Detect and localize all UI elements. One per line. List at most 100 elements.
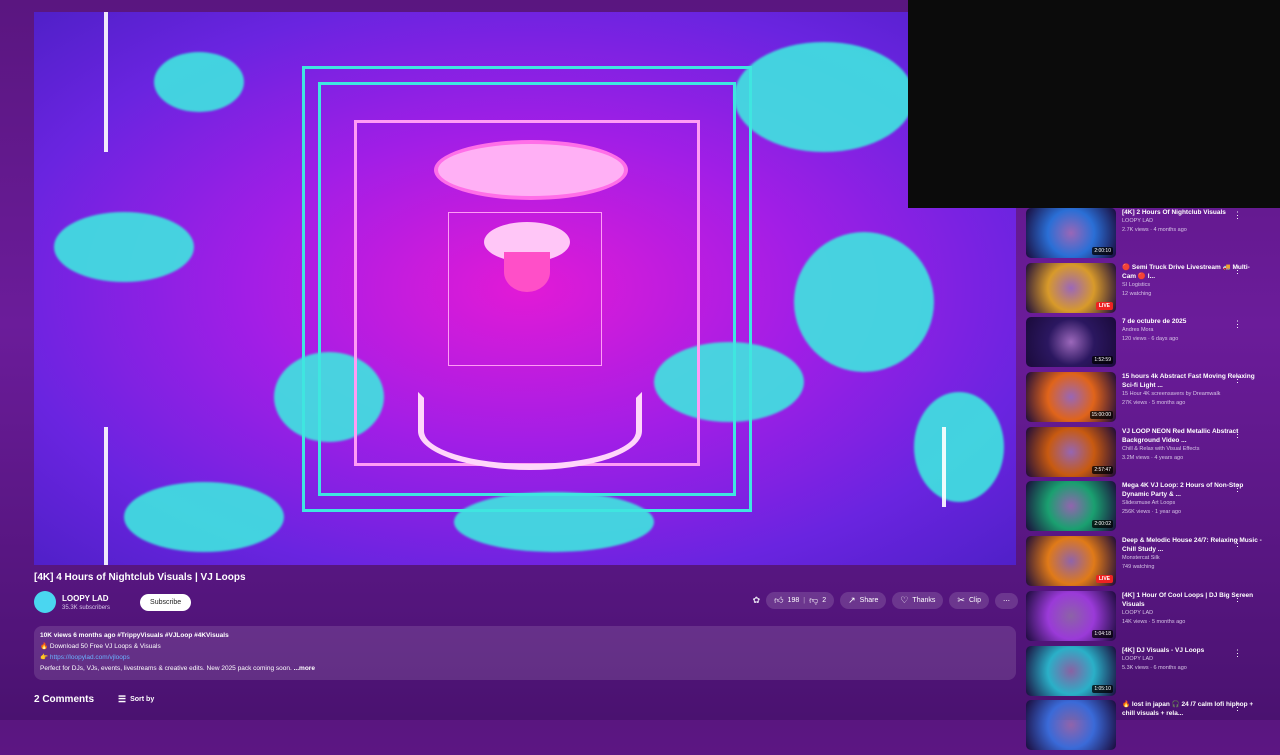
- light-streak: [942, 427, 946, 507]
- visual-blob: [154, 52, 244, 112]
- share-button[interactable]: ↗ Share: [840, 592, 887, 609]
- thanks-icon: ♡: [900, 595, 909, 605]
- duration-badge: 1:52:59: [1092, 356, 1113, 365]
- duration-badge: 1:04:18: [1092, 629, 1113, 638]
- channel-name[interactable]: LOOPY LAD: [62, 594, 110, 603]
- recommendation-stats: 120 views · 6 days ago: [1122, 336, 1179, 343]
- video-thumbnail[interactable]: 2:57:47: [1026, 426, 1116, 477]
- recommendation-channel[interactable]: Slidesmuse Art Loops: [1122, 499, 1262, 508]
- scissors-icon: ✂: [957, 595, 965, 605]
- video-thumbnail[interactable]: LIVE: [1026, 262, 1116, 313]
- lip-shape: [434, 140, 628, 200]
- kebab-menu-icon[interactable]: ⋮: [1233, 429, 1242, 440]
- subscribe-button[interactable]: Subscribe: [140, 593, 192, 611]
- video-title: [4K] 4 Hours of Nightclub Visuals | VJ L…: [34, 572, 246, 583]
- share-label: Share: [859, 597, 879, 604]
- video-thumbnail[interactable]: 1:52:59: [1026, 317, 1116, 368]
- clip-label: Clip: [968, 597, 981, 604]
- gear-icon[interactable]: ✿: [753, 596, 761, 605]
- recommendation-item[interactable]: LIVE Deep & Melodic House 24/7: Relaxing …: [1026, 536, 1280, 590]
- recommendation-stats: 749 watching: [1122, 564, 1155, 571]
- duration-badge: 15:00:00: [1089, 411, 1113, 420]
- channel-avatar[interactable]: [34, 591, 56, 613]
- recommendation-item[interactable]: 2:00:02 Mega 4K VJ Loop: 2 Hours of Non-S…: [1026, 481, 1280, 535]
- more-icon: ⋯: [1003, 597, 1010, 605]
- recommendation-channel[interactable]: Monstercat Silk: [1122, 554, 1262, 563]
- video-thumbnail[interactable]: [1026, 700, 1116, 751]
- dislike-count[interactable]: 2: [822, 597, 826, 604]
- thanks-button[interactable]: ♡ Thanks: [892, 592, 944, 609]
- recommendation-channel[interactable]: Chill & Relax with Visual Effects: [1122, 445, 1262, 454]
- like-dislike-group: 👍︎ 198 | 👎︎ 2: [766, 592, 835, 609]
- show-more-link[interactable]: ...more: [294, 665, 315, 672]
- lip-shape: [418, 392, 642, 470]
- comment-count: 2 Comments: [34, 694, 95, 705]
- thanks-label: Thanks: [912, 597, 936, 604]
- description-link[interactable]: 👉 https://loopylad.com/vjloops: [40, 652, 1010, 663]
- recommendation-item[interactable]: 1:04:18 [4K] 1 Hour Of Cool Loops | DJ Bi…: [1026, 590, 1280, 645]
- recommendation-stats: 14K views · 5 months ago: [1122, 618, 1186, 625]
- recommendation-stats: 256K views · 1 year ago: [1122, 509, 1182, 516]
- kebab-menu-icon[interactable]: ⋮: [1233, 319, 1242, 330]
- light-streak: [104, 12, 108, 152]
- video-thumbnail[interactable]: 1:05:10: [1026, 645, 1116, 696]
- thumbs-up-icon[interactable]: 👍︎: [774, 596, 783, 605]
- video-thumbnail[interactable]: 2:00:02: [1026, 481, 1116, 532]
- kebab-menu-icon[interactable]: ⋮: [1233, 210, 1242, 221]
- recommendation-item[interactable]: 1:52:59 7 de octubre de 2025 Andres Mora 12…: [1026, 317, 1280, 371]
- subscriber-count: 35.3K subscribers: [62, 604, 111, 611]
- description-line: 🔥 Download 50 Free VJ Loops & Visuals: [40, 643, 161, 650]
- visual-blob: [54, 212, 194, 282]
- sort-icon: ☰: [118, 694, 127, 704]
- kebab-menu-icon[interactable]: ⋮: [1233, 702, 1242, 713]
- duration-badge: 2:00:02: [1092, 520, 1113, 529]
- kebab-menu-icon[interactable]: ⋮: [1233, 483, 1242, 494]
- video-thumbnail[interactable]: 15:00:00: [1026, 372, 1116, 423]
- recommendation-item[interactable]: LIVE 🔴 Semi Truck Drive Livestream 🚚 Mult…: [1026, 262, 1280, 317]
- clip-button[interactable]: ✂ Clip: [949, 592, 989, 609]
- like-count[interactable]: 198: [788, 597, 800, 604]
- kebab-menu-icon[interactable]: ⋮: [1233, 374, 1242, 385]
- duration-badge: 2:57:47: [1092, 465, 1113, 474]
- share-icon: ↗: [848, 595, 856, 605]
- duration-badge: 1:05:10: [1092, 684, 1113, 693]
- recommendation-stats: 2.7K views · 4 months ago: [1122, 227, 1187, 233]
- video-player[interactable]: [34, 12, 1016, 565]
- sort-by-label: Sort by: [130, 696, 155, 703]
- recommendation-item[interactable]: 🔥 lost in japan 🎧 24 /7 calm lofi hiphop…: [1026, 700, 1280, 754]
- video-thumbnail[interactable]: 1:04:18: [1026, 590, 1116, 641]
- visual-blob: [124, 482, 284, 552]
- action-bar: ✿ 👍︎ 198 | 👎︎ 2 ↗ Share ♡ Thanks ✂ Clip …: [753, 592, 1018, 609]
- recommendation-stats: 3.2M views · 4 years ago: [1122, 454, 1184, 461]
- comments-header: 2 Comments ☰ Sort by: [34, 694, 154, 705]
- recommendation-item[interactable]: 1:05:10 [4K] DJ Visuals - VJ Loops LOOPY L…: [1026, 645, 1280, 700]
- kebab-menu-icon[interactable]: ⋮: [1233, 593, 1242, 604]
- more-actions-button[interactable]: ⋯: [995, 592, 1018, 609]
- recommendation-stats: 12 watching: [1122, 290, 1152, 297]
- sort-by-button[interactable]: ☰ Sort by: [118, 695, 154, 704]
- recommendation-item[interactable]: 2:00:10 [4K] 2 Hours Of Nightclub Visuals…: [1026, 208, 1280, 262]
- visual-blob: [914, 392, 1004, 502]
- live-badge: LIVE: [1095, 301, 1113, 310]
- tongue-shape: [504, 252, 550, 292]
- kebab-menu-icon[interactable]: ⋮: [1233, 648, 1242, 659]
- video-thumbnail[interactable]: 2:00:10: [1026, 208, 1116, 258]
- light-streak: [104, 427, 108, 565]
- kebab-menu-icon[interactable]: ⋮: [1233, 538, 1242, 549]
- video-thumbnail[interactable]: LIVE: [1026, 536, 1116, 587]
- recommendation-item[interactable]: 15:00:00 15 hours 4k Abstract Fast Moving…: [1026, 372, 1280, 426]
- visual-blob: [734, 42, 914, 152]
- description-box[interactable]: 10K views 6 months ago #TrippyVisuals #V…: [34, 626, 1016, 680]
- divider: |: [803, 597, 806, 604]
- recommendation-stats: 27K views · 5 months ago: [1122, 400, 1186, 407]
- visual-blob: [794, 232, 934, 372]
- recommendation-channel[interactable]: 15 Hour 4K screensavers by Dreamwalk: [1122, 390, 1262, 399]
- recommendation-channel[interactable]: SI Logistics: [1122, 281, 1262, 290]
- kebab-menu-icon[interactable]: ⋮: [1233, 265, 1242, 276]
- recommendation-channel[interactable]: LOOPY LAD: [1122, 609, 1262, 618]
- recommendation-item[interactable]: 2:57:47 VJ LOOP NEON Red Metallic Abstrac…: [1026, 426, 1280, 481]
- channel-info: LOOPY LAD 35.3K subscribers: [62, 594, 110, 611]
- description-line: Perfect for DJs, VJs, events, livestream…: [40, 663, 1010, 674]
- thumbs-down-icon[interactable]: 👎︎: [809, 596, 818, 605]
- recommendation-stats: 5.3K views · 6 months ago: [1122, 664, 1187, 671]
